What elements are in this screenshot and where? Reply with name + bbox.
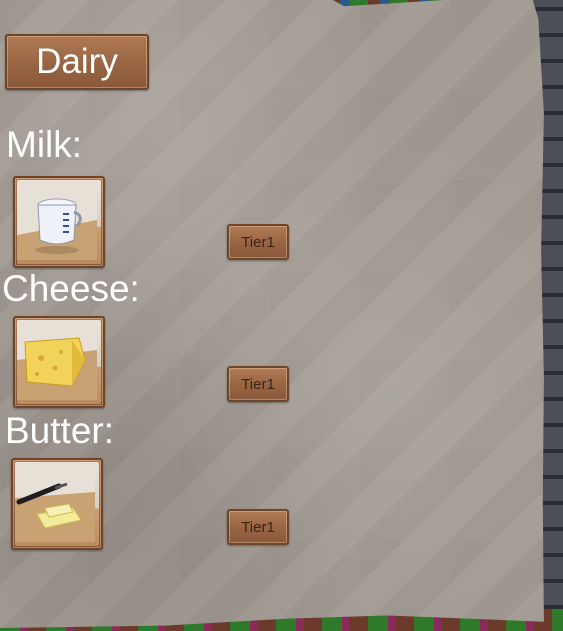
category-title: Dairy xyxy=(36,42,118,81)
cheese-item-button[interactable] xyxy=(13,316,105,408)
category-title-plate: Dairy xyxy=(5,34,149,90)
cheese-tier-label: Tier1 xyxy=(241,375,275,393)
butter-tier-label: Tier1 xyxy=(241,518,275,536)
milk-tier-button[interactable]: Tier1 xyxy=(227,224,289,260)
butter-icon xyxy=(15,462,99,546)
paper-panel: Dairy Milk: Tier1 Cheese: Tier1 Butter: … xyxy=(0,0,544,628)
milk-tier-label: Tier1 xyxy=(241,233,275,251)
cheese-tier-button[interactable]: Tier1 xyxy=(227,366,289,402)
cheese-icon xyxy=(17,320,101,404)
butter-tier-button[interactable]: Tier1 xyxy=(227,509,289,545)
milk-jug-icon xyxy=(17,180,101,264)
milk-label: Milk: xyxy=(6,124,83,165)
cheese-label: Cheese: xyxy=(2,268,140,309)
butter-item-button[interactable] xyxy=(11,458,103,550)
milk-item-button[interactable] xyxy=(13,176,105,268)
butter-label: Butter: xyxy=(5,410,114,451)
